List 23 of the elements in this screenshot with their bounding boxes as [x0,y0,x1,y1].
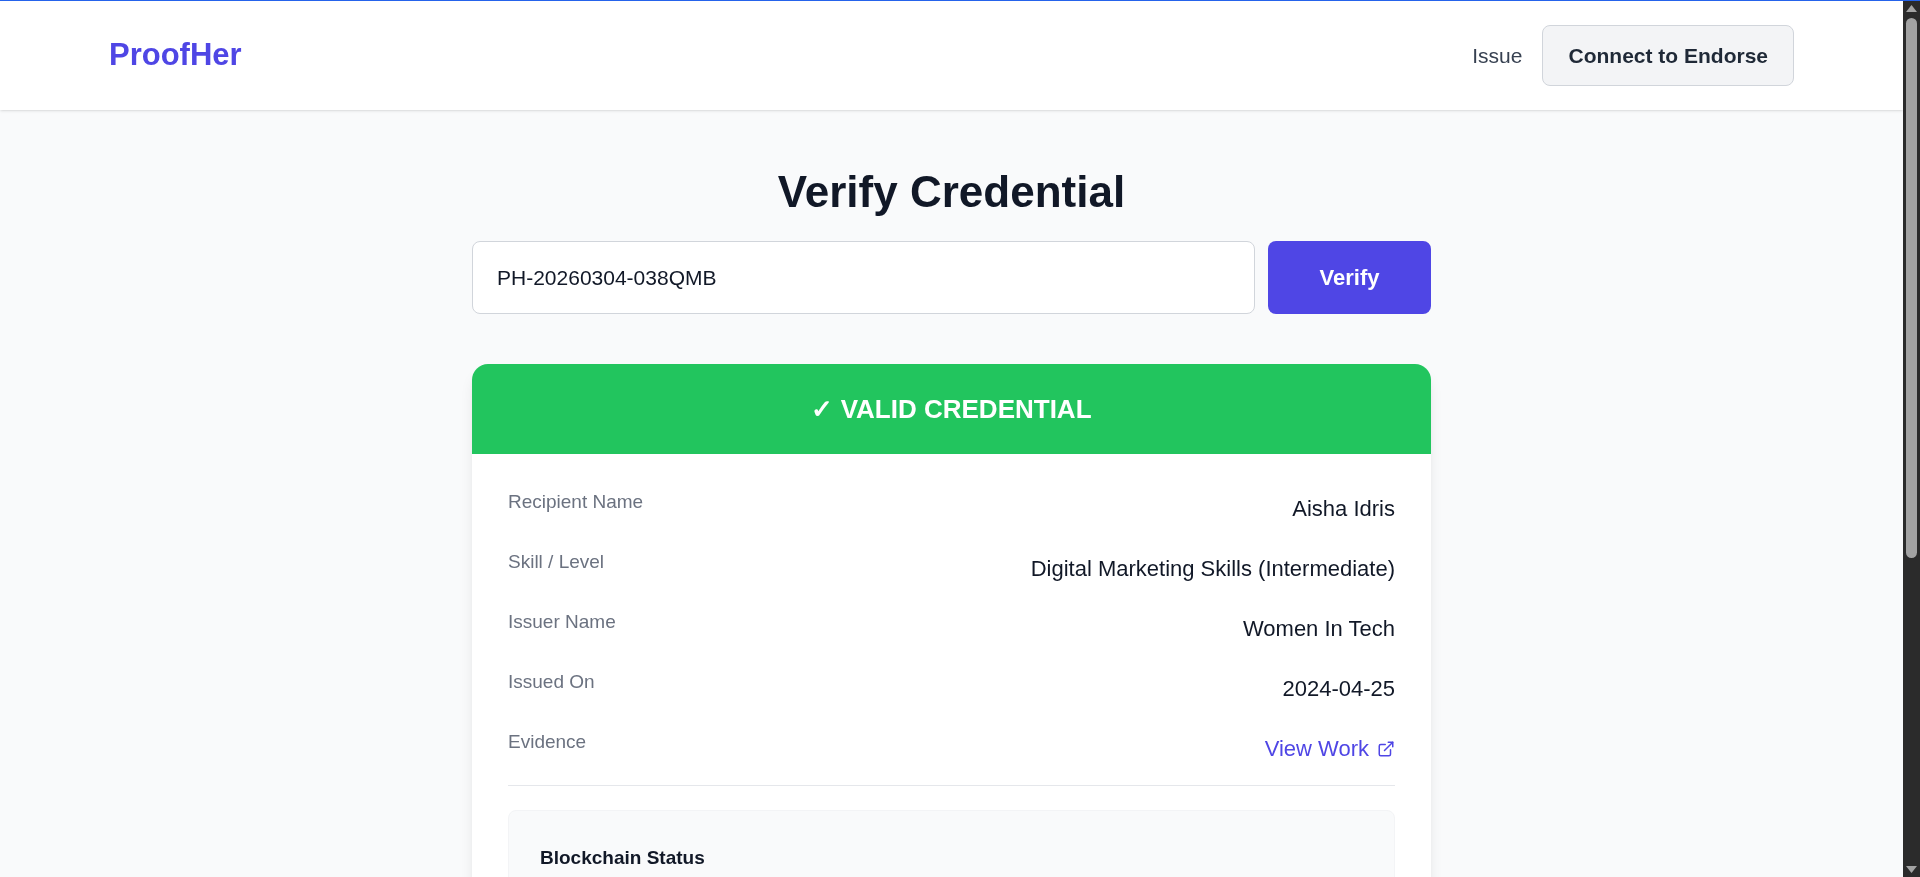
credential-id-field[interactable]: PH-20260304-038QMB [472,241,1255,314]
logo[interactable]: ProofHer [109,32,242,79]
connect-button[interactable]: Connect to Endorse [1542,25,1794,86]
scroll-down-icon[interactable] [1906,866,1917,873]
scrollbar[interactable] [1903,1,1920,877]
verify-button[interactable]: Verify [1268,241,1431,314]
field-label: Evidence [508,730,587,754]
field-value: Digital Marketing Skills (Intermediate) [1030,555,1395,583]
scroll-up-icon[interactable] [1906,5,1917,12]
scrollbar-thumb[interactable] [1906,18,1917,558]
panel-title: Blockchain Status [540,847,705,868]
external-link-icon [1377,739,1395,758]
field-label: Issuer Name [508,610,616,634]
status-banner: ✓ VALID CREDENTIAL [472,364,1431,454]
view-work-link[interactable]: View Work [1264,732,1395,765]
field-label: Issued On [508,670,595,694]
field-value: 2024-04-25 [1282,675,1395,703]
issue-link[interactable]: Issue [1472,39,1523,72]
page-title: Verify Credential [777,166,1126,218]
field-value: Women In Tech [1242,615,1395,643]
field-value: Aisha Idris [1292,495,1395,523]
field-label: Skill / Level [508,550,605,574]
field-label: Recipient Name [508,490,644,514]
